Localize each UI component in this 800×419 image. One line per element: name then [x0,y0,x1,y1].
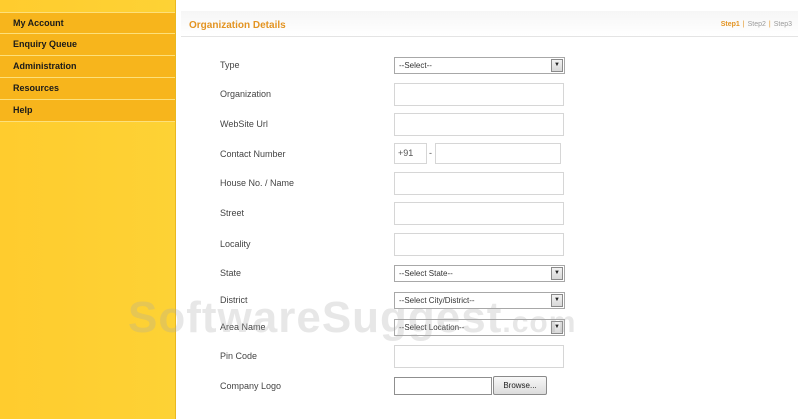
logo-file-field[interactable] [394,377,492,395]
organization-row: Organization [176,83,800,107]
step-separator: | [768,21,771,28]
type-label: Type [220,60,240,70]
sidebar-item-help[interactable]: Help [0,100,175,122]
step-separator: | [742,21,745,28]
house-input[interactable] [394,172,564,195]
organization-input[interactable] [394,83,564,106]
contact-row: Contact Number +91 - [176,143,800,167]
street-label: Street [220,208,245,218]
locality-row: Locality [176,233,800,257]
watermark-suffix: .com [502,306,577,339]
state-label: State [220,268,242,278]
pin-label: Pin Code [220,351,258,361]
street-row: Street [176,202,800,226]
sidebar-item-my-account[interactable]: My Account [0,12,175,34]
step-1-link[interactable]: Step1 [721,21,740,28]
website-row: WebSite Url [176,113,800,137]
page-title: Organization Details [189,20,286,31]
type-select[interactable]: --Select-- ▼ [394,57,565,74]
type-row: Type --Select-- ▼ [176,54,800,78]
website-input[interactable] [394,113,564,136]
step-2-link[interactable]: Step2 [748,21,766,28]
contact-separator: - [429,148,432,158]
type-select-value: --Select-- [399,61,432,70]
house-row: House No. / Name [176,172,800,196]
step-3-link[interactable]: Step3 [774,21,792,28]
locality-label: Locality [220,239,251,249]
logo-row: Company Logo Browse... [176,375,800,399]
watermark: SoftwareSuggest.com [128,293,576,343]
sidebar-item-enquiry-queue[interactable]: Enquiry Queue [0,34,175,56]
step-indicator: Step1 | Step2 | Step3 [721,21,792,28]
country-code-input[interactable]: +91 [394,143,427,164]
contact-label: Contact Number [220,149,286,159]
sidebar-item-resources[interactable]: Resources [0,78,175,100]
dropdown-arrow-icon[interactable]: ▼ [551,59,563,72]
logo-label: Company Logo [220,381,282,391]
browse-button[interactable]: Browse... [493,376,547,395]
section-header: Organization Details Step1 | Step2 | Step3 [181,11,798,37]
website-label: WebSite Url [220,119,268,129]
organization-label: Organization [220,89,272,99]
locality-input[interactable] [394,233,564,256]
house-label: House No. / Name [220,178,295,188]
sidebar: My Account Enquiry Queue Administration … [0,0,176,419]
watermark-text: SoftwareSuggest [128,293,503,342]
street-input[interactable] [394,202,564,225]
state-row: State --Select State-- ▼ [176,262,800,286]
state-select-value: --Select State-- [399,269,453,278]
dropdown-arrow-icon[interactable]: ▼ [551,267,563,280]
state-select[interactable]: --Select State-- ▼ [394,265,565,282]
main-panel: Organization Details Step1 | Step2 | Step3 T… [176,0,800,419]
pin-input[interactable] [394,345,564,368]
pin-row: Pin Code [176,345,800,369]
sidebar-item-administration[interactable]: Administration [0,56,175,78]
contact-number-input[interactable] [435,143,561,164]
